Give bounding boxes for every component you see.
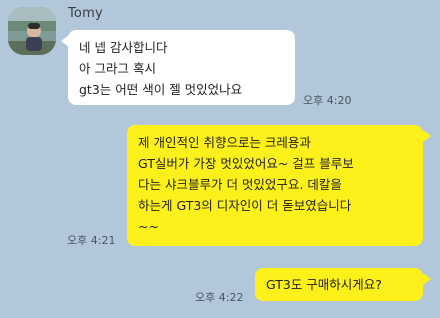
message-line: 하는게 GT3의 디자인이 더 돋보였습니다 <box>138 198 352 213</box>
avatar-photo-icon <box>8 7 56 55</box>
message-timestamp: 오후 4:22 <box>195 291 244 304</box>
message-line: ~~ <box>138 219 159 234</box>
sender-name: Tomy <box>68 6 103 21</box>
message-timestamp: 오후 4:21 <box>67 234 116 247</box>
message-line: 네 넵 감사합니다 <box>79 40 168 55</box>
message-line: 제 개인적인 취향으로는 크레용과 <box>138 135 311 150</box>
outgoing-bubble-tail <box>423 273 431 285</box>
outgoing-message-bubble[interactable]: GT3도 구매하시게요? <box>255 268 423 301</box>
message-line: GT3도 구매하시게요? <box>266 277 382 292</box>
message-timestamp: 오후 4:20 <box>303 94 352 107</box>
message-line: GT실버가 가장 멋있었어요~ 걸프 블루보 <box>138 156 354 171</box>
message-line: 다는 샤크블루가 더 멋있었구요. 데칼을 <box>138 177 342 192</box>
outgoing-message-bubble[interactable]: 제 개인적인 취향으로는 크레용과 GT실버가 가장 멋있었어요~ 걸프 블루보… <box>127 125 423 246</box>
message-line: 아 그라그 혹시 <box>79 61 156 76</box>
outgoing-bubble-tail <box>423 130 431 142</box>
incoming-message-bubble[interactable]: 네 넵 감사합니다 아 그라그 혹시 gt3는 어떤 색이 젤 멋있었나요 <box>68 30 295 105</box>
sender-avatar[interactable] <box>8 7 56 55</box>
message-line: gt3는 어떤 색이 젤 멋있었나요 <box>79 82 243 97</box>
